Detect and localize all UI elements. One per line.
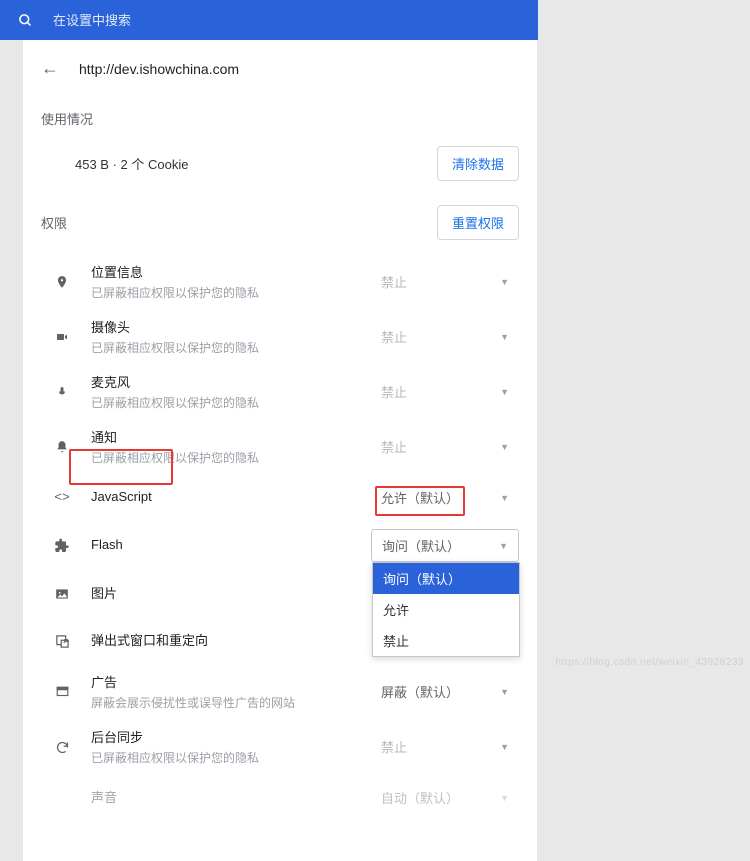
perm-title: 麦克风: [91, 372, 371, 391]
search-bar: [0, 0, 538, 40]
popup-icon: [51, 632, 73, 649]
ads-icon: [51, 683, 73, 700]
chevron-down-icon: ▼: [500, 387, 509, 397]
perm-row-bgsync: 后台同步已屏蔽相应权限以保护您的隐私 禁止▼: [41, 719, 519, 774]
permissions-header: 权限 重置权限: [41, 205, 519, 240]
puzzle-icon: [51, 537, 73, 554]
perm-select-javascript[interactable]: 允许（默认）▼: [371, 482, 519, 513]
sync-icon: [51, 738, 73, 755]
code-icon: <>: [51, 490, 73, 505]
perm-row-notifications: 通知已屏蔽相应权限以保护您的隐私 禁止▼: [41, 419, 519, 474]
bell-icon: [51, 438, 73, 455]
flash-dropdown: 询问（默认） 允许 禁止: [372, 562, 520, 657]
dropdown-option-ask[interactable]: 询问（默认）: [373, 563, 519, 594]
perm-select-bgsync[interactable]: 禁止▼: [371, 731, 519, 762]
usage-row: 453 B · 2 个 Cookie 清除数据: [41, 142, 519, 205]
perm-title: 广告: [91, 672, 371, 691]
perm-row-mic: 麦克风已屏蔽相应权限以保护您的隐私 禁止▼: [41, 364, 519, 419]
header: ← http://dev.ishowchina.com: [41, 40, 519, 103]
perm-row-camera: 摄像头已屏蔽相应权限以保护您的隐私 禁止▼: [41, 309, 519, 364]
perm-select-mic[interactable]: 禁止▼: [371, 376, 519, 407]
chevron-down-icon: ▼: [499, 541, 508, 551]
chevron-down-icon: ▼: [500, 493, 509, 503]
perm-title: 位置信息: [91, 262, 371, 281]
perm-desc: 已屏蔽相应权限以保护您的隐私: [91, 339, 371, 356]
perm-row-sound: 声音 自动（默认）▼: [41, 774, 519, 821]
perm-select-flash[interactable]: 询问（默认）▼ 询问（默认） 允许 禁止: [371, 529, 519, 562]
perm-select-camera[interactable]: 禁止▼: [371, 321, 519, 352]
perm-row-flash: Flash 询问（默认）▼ 询问（默认） 允许 禁止: [41, 521, 519, 570]
perm-title: 后台同步: [91, 727, 371, 746]
usage-label: 使用情况: [41, 109, 519, 128]
perm-desc: 屏蔽会展示侵扰性或误导性广告的网站: [91, 694, 371, 711]
perm-title: 通知: [91, 427, 371, 446]
perm-title: 图片: [91, 583, 371, 602]
search-input[interactable]: [53, 13, 520, 28]
chevron-down-icon: ▼: [500, 793, 509, 803]
perm-title: 弹出式窗口和重定向: [91, 630, 371, 649]
perm-title: JavaScript: [91, 489, 371, 504]
location-icon: [51, 272, 73, 290]
chevron-down-icon: ▼: [500, 332, 509, 342]
back-arrow-icon[interactable]: ←: [41, 58, 59, 79]
perm-desc: 已屏蔽相应权限以保护您的隐私: [91, 394, 371, 411]
reset-permissions-button[interactable]: 重置权限: [437, 205, 519, 240]
perm-desc: 已屏蔽相应权限以保护您的隐私: [91, 749, 371, 766]
dropdown-option-allow[interactable]: 允许: [373, 594, 519, 625]
perm-select-ads[interactable]: 屏蔽（默认）▼: [371, 676, 519, 707]
perm-row-ads: 广告屏蔽会展示侵扰性或误导性广告的网站 屏蔽（默认）▼: [41, 664, 519, 719]
chevron-down-icon: ▼: [500, 277, 509, 287]
chevron-down-icon: ▼: [500, 742, 509, 752]
perm-row-javascript: <> JavaScript 允许（默认）▼: [41, 474, 519, 521]
perm-desc: 已屏蔽相应权限以保护您的隐私: [91, 284, 371, 301]
image-icon: [51, 585, 73, 602]
perm-row-location: 位置信息已屏蔽相应权限以保护您的隐私 禁止▼: [41, 254, 519, 309]
settings-panel: ← http://dev.ishowchina.com 使用情况 453 B ·…: [23, 40, 537, 861]
chevron-down-icon: ▼: [500, 442, 509, 452]
usage-text: 453 B · 2 个 Cookie: [75, 154, 188, 173]
perm-title: Flash: [91, 537, 371, 552]
perm-desc: 已屏蔽相应权限以保护您的隐私: [91, 449, 371, 466]
permissions-label: 权限: [41, 213, 67, 232]
camera-icon: [51, 328, 73, 345]
search-icon: [18, 12, 33, 29]
clear-data-button[interactable]: 清除数据: [437, 146, 519, 181]
perm-select-location[interactable]: 禁止▼: [371, 266, 519, 297]
mic-icon: [51, 383, 73, 400]
dropdown-option-block[interactable]: 禁止: [373, 625, 519, 656]
perm-title: 声音: [91, 787, 371, 806]
perm-title: 摄像头: [91, 317, 371, 336]
perm-select-sound[interactable]: 自动（默认）▼: [371, 782, 519, 813]
watermark: https://blog.csdn.net/weixin_43928233: [555, 657, 744, 668]
site-url: http://dev.ishowchina.com: [79, 61, 239, 77]
chevron-down-icon: ▼: [500, 687, 509, 697]
perm-select-notifications[interactable]: 禁止▼: [371, 431, 519, 462]
